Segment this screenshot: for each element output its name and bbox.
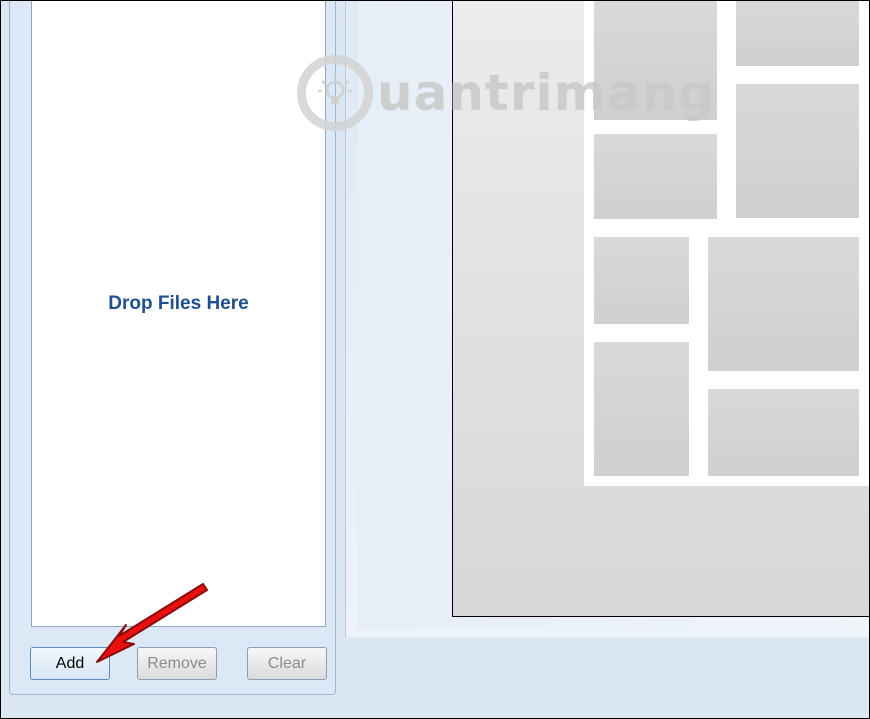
collage-tile[interactable] [708, 237, 859, 371]
red-arrow-icon [96, 583, 208, 663]
collage-tile[interactable] [736, 0, 859, 66]
drop-zone[interactable]: Drop Files Here [31, 0, 326, 627]
clear-button[interactable]: Clear [247, 647, 327, 680]
drop-files-label: Drop Files Here [108, 293, 249, 314]
collage-tile[interactable] [594, 237, 689, 324]
watermark-text: uantrimang [377, 64, 715, 122]
collage-tile[interactable] [594, 342, 689, 476]
collage-tile[interactable] [708, 389, 859, 476]
watermark: uantrimang [297, 48, 715, 138]
collage-tile[interactable] [736, 84, 859, 218]
collage-tile[interactable] [594, 134, 717, 219]
lightbulb-icon [297, 55, 373, 131]
